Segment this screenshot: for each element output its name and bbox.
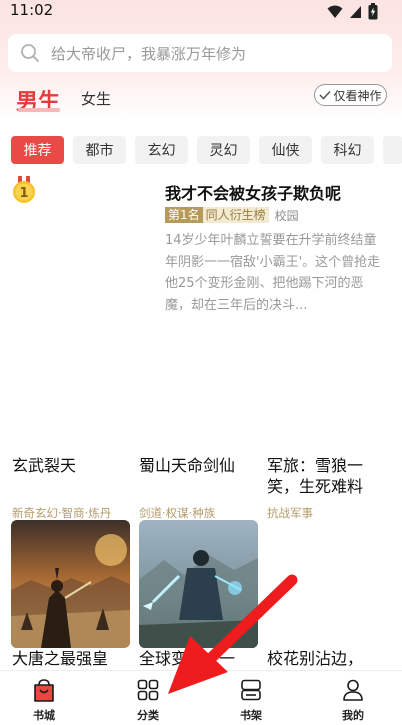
bookstore-icon [34,679,54,702]
bookshelf-icon [241,679,261,701]
book-title[interactable]: 校花别沾边， [267,648,385,669]
category-chips: 推荐 都市 玄幻 灵幻 仙侠 科幻 [11,136,402,164]
category-chip-recommend[interactable]: 推荐 [11,136,64,164]
featured-tags: 第1名 同人衍生榜 校园 [165,207,299,223]
category-chip-fantasy[interactable]: 玄幻 [135,136,188,164]
status-time: 11:02 [10,1,54,19]
featured-description: 14岁少年叶麟立誓要在升学前终结童年阴影一一宿敌'小霸王'。这个曾抢走他25个变… [165,233,381,313]
genre-tag: 校园 [274,208,299,223]
search-placeholder: 给大帝收尸，我暴涨万年修为 [51,45,247,63]
nav-label: 书架 [240,709,262,722]
rank-medal-icon: 1 [13,176,35,203]
nav-label: 分类 [137,709,159,722]
nav-bookstore[interactable]: 书城 [9,671,79,725]
book-title[interactable]: 蜀山天命剑仙 [139,455,257,476]
category-chip-scifi[interactable]: 科幻 [321,136,374,164]
bottom-nav: 书城 分类 书架 我的 [0,670,402,725]
only-masterpiece-toggle[interactable]: 仅看神作 [314,84,387,106]
profile-icon [343,679,363,701]
category-chip-xianxia[interactable]: 仙侠 [259,136,312,164]
book-tags: 抗战军事 [267,506,313,520]
search-icon [21,44,39,62]
book-cover[interactable] [139,520,258,648]
category-chip-urban[interactable]: 都市 [73,136,126,164]
nav-category[interactable]: 分类 [113,671,183,725]
category-chip-supernatural[interactable]: 灵幻 [197,136,250,164]
featured-book[interactable]: 1 我才不会被女孩子欺负呢 第1名 同人衍生榜 校园 14岁少年叶麟立誓要在升学… [11,176,386,436]
tab-female[interactable]: 女生 [81,88,111,109]
nav-label: 书城 [33,709,55,722]
wifi-icon [327,5,343,18]
book-title[interactable]: 军旅：雪狼一笑，生死难料 [267,455,379,497]
signal-icon [350,5,361,18]
rank-number: 1 [19,186,28,201]
nav-bookshelf[interactable]: 书架 [216,671,286,725]
status-bar: 11:02 [0,0,402,24]
list-tag: 同人衍生榜 [202,207,269,223]
tab-male-indicator [18,108,60,112]
battery-icon [368,3,378,20]
book-cover[interactable] [11,520,130,648]
book-title[interactable]: 全球变异，一 [139,648,257,669]
featured-title: 我才不会被女孩子欺负呢 [165,184,342,203]
book-tags: 新奇玄幻·智商·炼丹 [12,506,112,520]
book-title[interactable]: 玄武裂天 [12,455,130,476]
check-icon [319,90,332,100]
book-title[interactable]: 大唐之最强皇 [12,648,130,669]
category-chip-more[interactable] [383,136,402,164]
status-icons [327,3,378,20]
book-tags: 剑道·权谋·种族 [139,506,216,520]
rank-tag: 第1名 [165,207,203,223]
book-cover-art [11,520,130,648]
search-input[interactable]: 给大帝收尸，我暴涨万年修为 [8,34,392,72]
only-masterpiece-label: 仅看神作 [333,88,382,103]
category-grid-icon [137,679,159,701]
book-cover-art [139,520,258,648]
nav-label: 我的 [342,709,364,722]
nav-profile[interactable]: 我的 [318,671,388,725]
